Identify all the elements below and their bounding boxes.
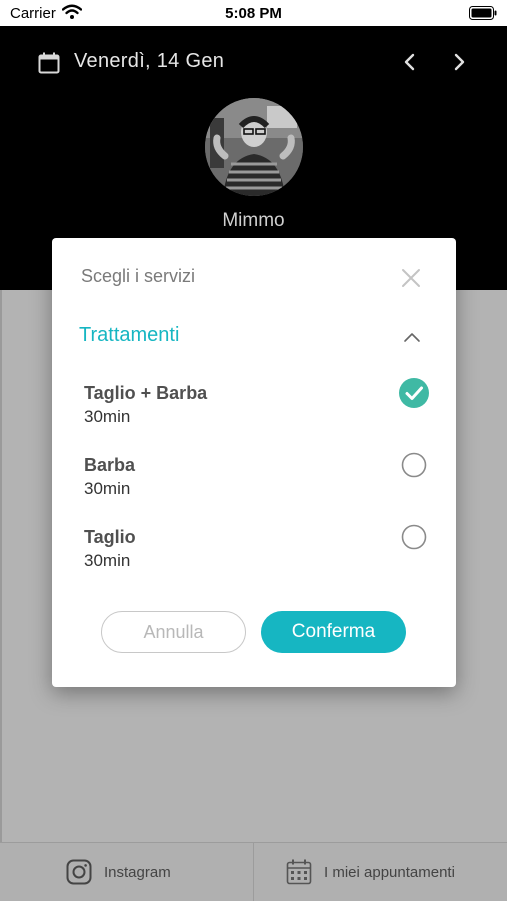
instagram-button[interactable]: Instagram <box>66 843 171 901</box>
status-bar: Carrier 5:08 PM <box>0 0 507 26</box>
instagram-label: Instagram <box>104 863 171 881</box>
service-name: Taglio <box>84 527 136 547</box>
staff-name: Mimmo <box>222 210 285 231</box>
service-item[interactable]: Barba 30min <box>84 452 434 515</box>
appointments-button[interactable]: I miei appuntamenti <box>286 843 455 901</box>
instagram-icon <box>66 859 92 885</box>
cancel-button[interactable]: Annulla <box>101 611 246 653</box>
chevron-right-icon[interactable] <box>447 50 471 74</box>
battery-icon <box>469 6 497 24</box>
divider <box>0 290 2 842</box>
service-duration: 30min <box>84 479 131 498</box>
service-item[interactable]: Taglio + Barba 30min <box>84 378 434 443</box>
service-item[interactable]: Taglio 30min <box>84 524 434 587</box>
date-label[interactable]: Venerdì, 14 Gen <box>74 50 224 73</box>
clock-time: 5:08 PM <box>225 5 282 22</box>
services-modal: Scegli i servizi Trattamenti Taglio + Ba… <box>52 238 456 687</box>
service-duration: 30min <box>84 407 131 426</box>
appointments-label: I miei appuntamenti <box>324 863 455 881</box>
close-icon[interactable] <box>401 268 421 288</box>
bottom-bar: Instagram I miei appuntamenti <box>0 842 507 901</box>
radio-empty-icon[interactable] <box>398 521 430 553</box>
radio-empty-icon[interactable] <box>398 449 430 481</box>
service-name: Taglio + Barba <box>84 383 208 403</box>
chevron-up-icon[interactable] <box>402 330 422 344</box>
section-title[interactable]: Trattamenti <box>79 324 179 347</box>
calendar-icon[interactable] <box>38 52 60 79</box>
calendar-grid-icon <box>286 859 312 885</box>
avatar <box>205 98 303 196</box>
chevron-left-icon[interactable] <box>398 50 422 74</box>
service-name: Barba <box>84 455 136 475</box>
check-circle-icon[interactable] <box>398 377 430 409</box>
modal-title: Scegli i servizi <box>81 266 196 286</box>
confirm-button[interactable]: Conferma <box>261 611 406 653</box>
bottom-divider <box>253 843 254 901</box>
service-duration: 30min <box>84 551 131 570</box>
